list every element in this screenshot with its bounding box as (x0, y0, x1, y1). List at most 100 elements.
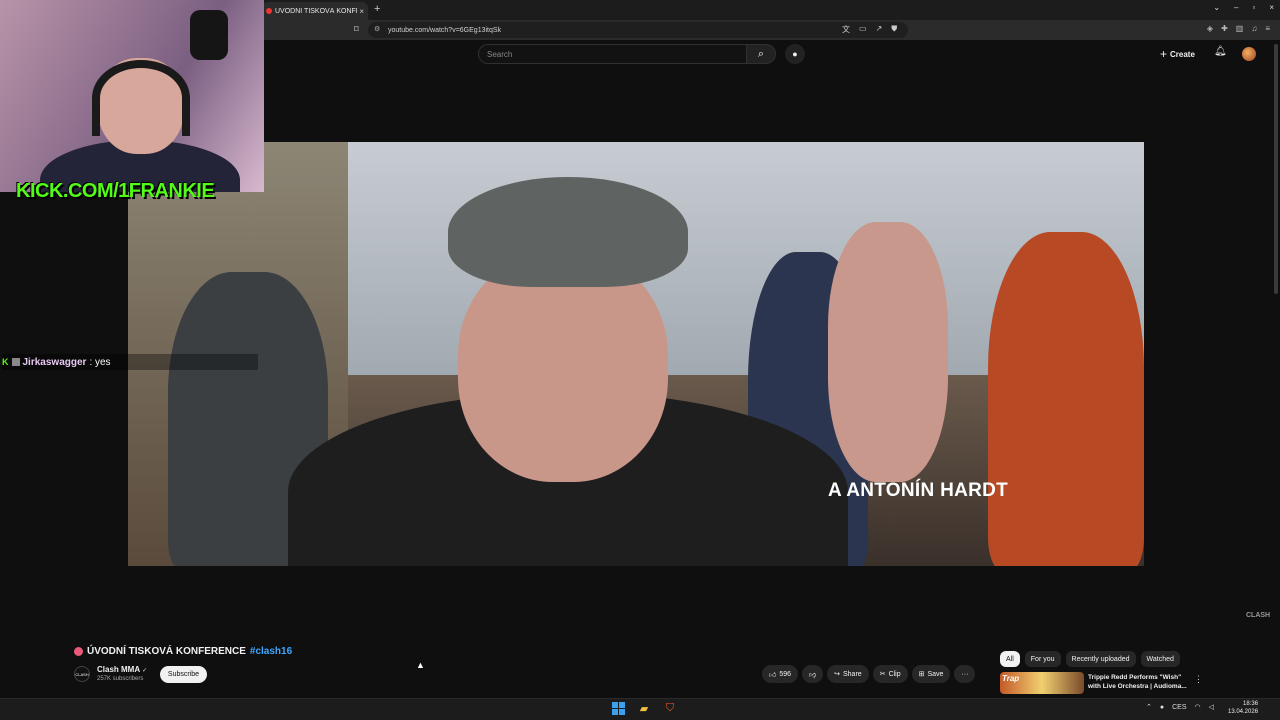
clock-time: 18:36 (1243, 701, 1259, 707)
kick-badge-icon: K (2, 357, 9, 367)
file-explorer-icon[interactable]: ▰ (636, 700, 652, 716)
taskbar-clock[interactable]: 18:36 13.04.2026 (1228, 700, 1258, 716)
minimize-button[interactable]: – (1234, 3, 1238, 12)
chip-for-you[interactable]: For you (1024, 651, 1061, 667)
chip-all[interactable]: All (1000, 651, 1020, 667)
volume-icon[interactable]: ◁ (1209, 703, 1214, 711)
chip-watched[interactable]: Watched (1140, 651, 1180, 667)
puzzle-icon[interactable]: ✚ (1221, 24, 1228, 33)
share-page-icon[interactable]: ↗ (876, 24, 883, 35)
thumbs-up-icon: 👍︎ (769, 671, 777, 679)
filter-chips: All For you Recently uploaded Watched (1000, 651, 1180, 667)
recommended-video-thumbnail[interactable]: Trap (1000, 672, 1084, 694)
video-title: ÚVODNÍ TISKOVÁ KONFERENCE #clash16 (74, 646, 292, 657)
search-icon: ⌕ (757, 47, 765, 60)
raised-hand (828, 222, 948, 482)
save-button[interactable]: ⊞ Save (911, 665, 951, 683)
background-person-orange-jacket (988, 232, 1144, 566)
thumbs-down-icon: 👎︎ (809, 671, 817, 679)
address-bar-icons: 文 ▭ ↗ ⛊ (842, 24, 897, 35)
like-button[interactable]: 👍︎ 596 (762, 665, 799, 683)
tab-close-icon[interactable]: × (359, 7, 364, 16)
shield-icon[interactable]: ⛊ (891, 24, 897, 35)
create-button[interactable]: + Create (1160, 46, 1195, 62)
page-scrollbar[interactable] (1274, 44, 1278, 294)
wifi-icon[interactable]: ◠ (1195, 703, 1201, 711)
windows-logo-icon (611, 701, 625, 715)
youtube-favicon-icon (266, 8, 272, 14)
close-window-button[interactable]: × (1269, 3, 1274, 12)
tab-title: ÚVODNÍ TISKOVÁ KONFE (275, 7, 358, 15)
search-button[interactable]: ⌕ (746, 44, 776, 64)
channel-logo[interactable]: CLASH (74, 666, 90, 682)
video-player[interactable]: A ANTONÍN HARDT (128, 142, 1144, 566)
search-input[interactable]: Search (478, 44, 746, 64)
extension-icons: ◈ ✚ ▥ ♫ ≡ (1207, 24, 1270, 33)
chat-message: K Jirkaswagger : yes (2, 354, 258, 370)
screen: ÚVODNÍ TISKOVÁ KONFE × + ⌄ – ▫ × ⌑ ⚙ you… (0, 0, 1280, 720)
site-info-icon[interactable]: ⚙ (374, 25, 380, 33)
clip-label: Clip (888, 670, 901, 678)
clip-button[interactable]: ✂ Clip (872, 665, 908, 683)
account-avatar[interactable] (1242, 47, 1256, 61)
clash-watermark: CLASH (1246, 612, 1271, 619)
voice-search-button[interactable]: ● (785, 44, 805, 64)
scissors-icon: ✂ (879, 671, 886, 678)
webcam-overlay (0, 0, 264, 192)
live-dot-icon (74, 647, 83, 656)
chip-recently-uploaded[interactable]: Recently uploaded (1065, 651, 1136, 667)
verified-icon: ✓ (142, 668, 148, 674)
mouse-cursor-icon: ▲ (416, 660, 425, 670)
save-label: Save (927, 670, 944, 678)
channel-name[interactable]: Clash MMA ✓ (97, 665, 147, 674)
subscribe-button[interactable]: Subscribe (160, 666, 207, 683)
brave-browser-icon[interactable]: ⛉ (662, 700, 678, 716)
thumbnail-text: Trap (1002, 674, 1020, 683)
video-caption: A ANTONÍN HARDT (828, 480, 1009, 501)
sidebar-icon[interactable]: ▥ (1236, 24, 1244, 33)
like-count: 596 (779, 670, 792, 678)
media-icon[interactable]: ♫ (1251, 24, 1257, 33)
new-tab-button[interactable]: + (374, 3, 380, 15)
more-actions-button[interactable]: ··· (954, 665, 976, 683)
extension-icon[interactable]: ◈ (1207, 24, 1213, 33)
language-indicator[interactable]: CES (1172, 704, 1186, 711)
chat-username: Jirkaswagger (22, 356, 87, 368)
menu-icon[interactable]: ≡ (1265, 24, 1270, 33)
video-actions: 👍︎ 596 👎︎ ↪ Share ✂ Clip ⊞ Save ··· (762, 665, 976, 683)
channel-name-text: Clash MMA (97, 665, 140, 674)
address-bar[interactable]: ⚙ youtube.com/watch?v=6GEg13itqSk (368, 22, 908, 38)
share-icon: ↪ (834, 671, 840, 678)
share-label: Share (843, 670, 862, 678)
subscriber-count: 257K subscribers (97, 676, 144, 682)
streamer-microphone (190, 10, 228, 60)
notifications-bell-icon[interactable]: 🔔︎ (1214, 46, 1227, 57)
system-tray: ⌃ ● CES ◠ ◁ (1146, 703, 1214, 712)
dislike-button[interactable]: 👎︎ (802, 665, 824, 683)
picture-in-picture-icon[interactable]: ▭ (859, 24, 867, 35)
taskbar-apps: ▰ ⛉ (610, 700, 678, 716)
chat-text: : yes (89, 356, 111, 368)
streamer-headphones (92, 60, 190, 136)
bookmark-icon[interactable]: ⌑ (354, 24, 359, 35)
clock-date: 13.04.2026 (1228, 709, 1259, 715)
tray-microphone-icon[interactable]: ● (1160, 704, 1164, 711)
browser-tab[interactable]: ÚVODNÍ TISKOVÁ KONFE × (262, 2, 368, 20)
recommended-video-menu-icon[interactable]: ⋮ (1194, 674, 1203, 685)
translate-icon[interactable]: 文 (842, 24, 850, 35)
tray-overflow-icon[interactable]: ⌃ (1146, 703, 1152, 711)
kick-channel-overlay: KICK.COM/1FRANKIE (16, 180, 215, 202)
maximize-button[interactable]: ▫ (1252, 3, 1255, 12)
save-icon: ⊞ (918, 671, 925, 678)
url-text: youtube.com/watch?v=6GEg13itqSk (388, 26, 502, 34)
microphone-icon: ● (792, 49, 798, 59)
create-label: Create (1170, 49, 1195, 59)
recommended-video-title[interactable]: Trippie Redd Performs "Wish" with Live O… (1088, 673, 1188, 691)
start-button[interactable] (610, 700, 626, 716)
subscriber-badge-icon (11, 358, 20, 366)
share-button[interactable]: ↪ Share (827, 665, 869, 683)
plus-icon: + (1160, 47, 1168, 61)
tab-list-icon[interactable]: ⌄ (1213, 3, 1220, 12)
video-hashtag[interactable]: #clash16 (250, 646, 292, 657)
old-man-flat-cap (448, 177, 688, 287)
